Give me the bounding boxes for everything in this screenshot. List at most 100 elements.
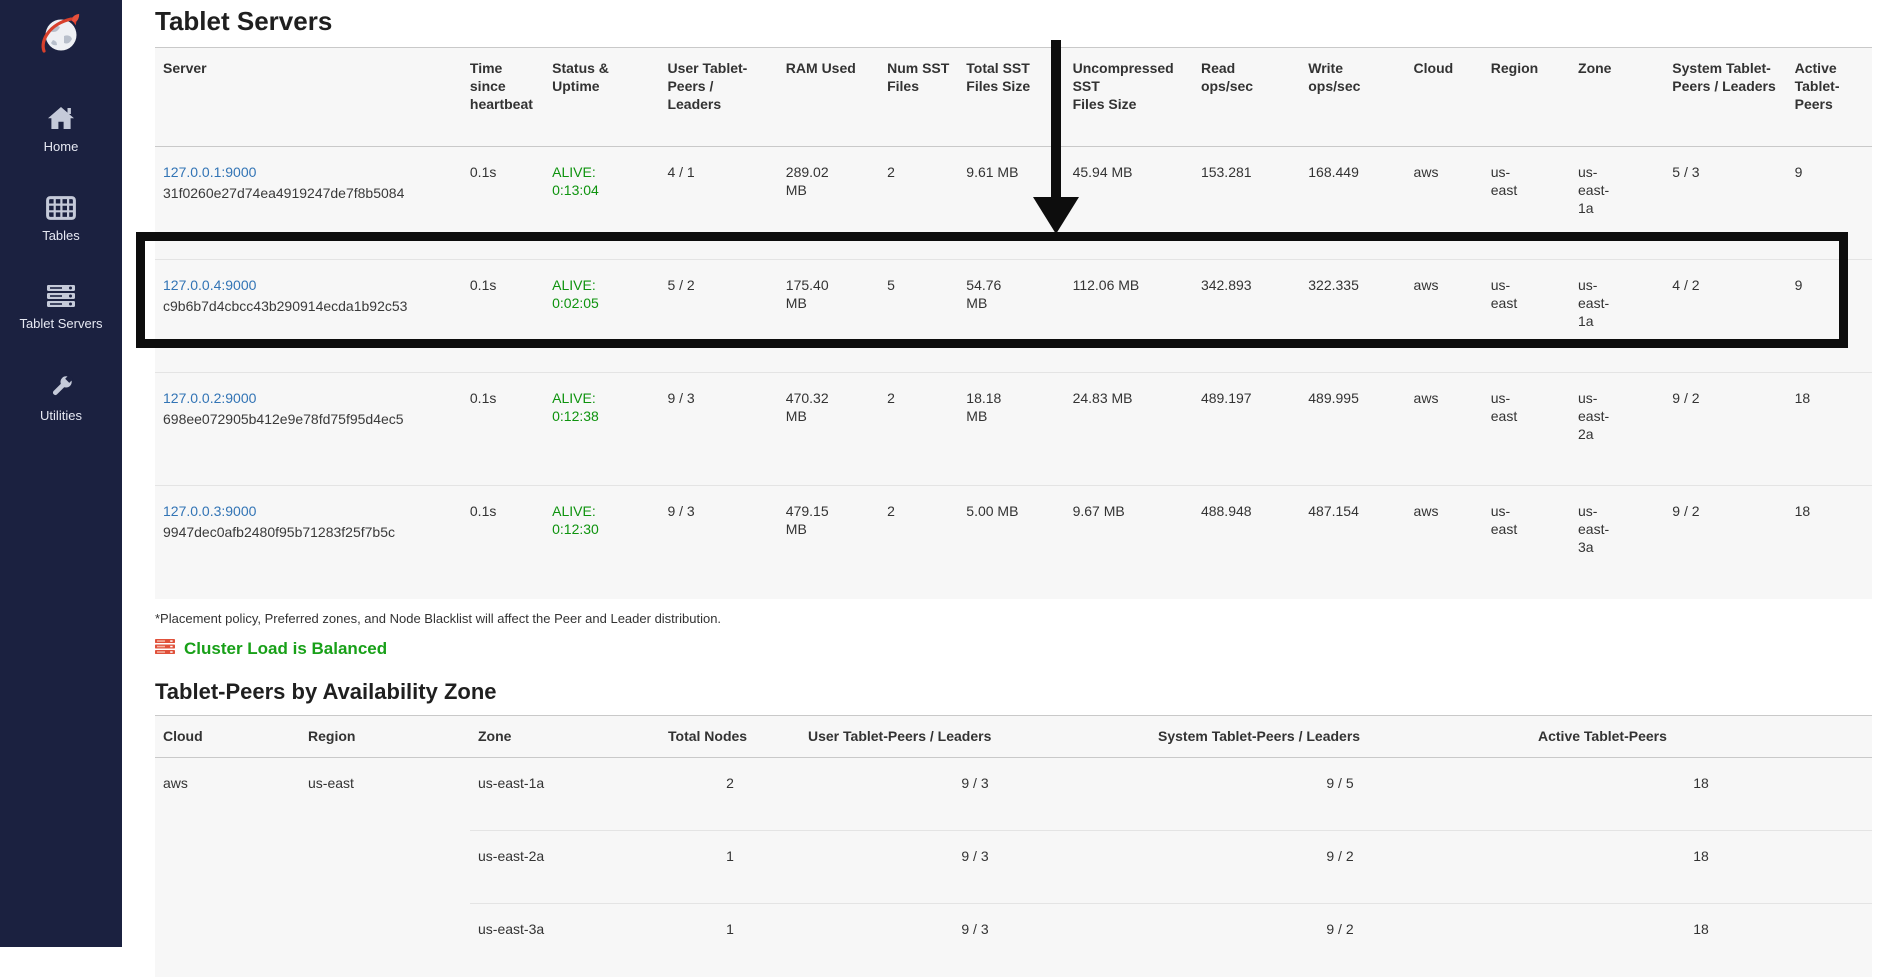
zone-cell: us-east-3a (1570, 486, 1664, 599)
total-sst-cell: 18.18 MB (958, 373, 1064, 486)
server-address-link[interactable]: 127.0.0.2:9000 (163, 390, 256, 406)
active-peers-cell: 9 (1787, 147, 1872, 260)
sidebar-item-label: Utilities (40, 409, 82, 423)
cloud-cell: aws (1406, 373, 1483, 486)
write-ops-cell: 489.995 (1300, 373, 1405, 486)
server-address-link[interactable]: 127.0.0.1:9000 (163, 164, 256, 180)
ram-cell: 479.15 MB (778, 486, 879, 599)
user-peers-cell: 9 / 3 (659, 486, 777, 599)
col-ram-used: RAM Used (778, 48, 879, 147)
yugabyte-logo[interactable] (38, 10, 84, 65)
zone-cell: us-east-3a (470, 904, 660, 977)
user-peers-cell: 5 / 2 (659, 260, 777, 373)
col-server: Server (155, 48, 462, 147)
zones-header-row: Cloud Region Zone Total Nodes User Table… (155, 715, 1872, 758)
cloud-cell: aws (1406, 147, 1483, 260)
cloud-cell: aws (1406, 260, 1483, 373)
region-cell: us-east (1483, 373, 1570, 486)
system-peers-cell: 9 / 2 (1150, 904, 1530, 977)
tablet-peers-by-zone-table: Cloud Region Zone Total Nodes User Table… (155, 715, 1872, 977)
active-peers-cell: 9 (1787, 260, 1872, 373)
region-cell: us-east (1483, 260, 1570, 373)
col-user-peers: User Tablet-Peers / Leaders (800, 715, 1150, 758)
active-peers-cell: 18 (1530, 831, 1872, 904)
ram-cell: 470.32 MB (778, 373, 879, 486)
write-ops-cell: 487.154 (1300, 486, 1405, 599)
server-cell: 127.0.0.4:9000 c9b6b7d4cbcc43b290914ecda… (155, 260, 462, 373)
total-nodes-cell: 1 (660, 904, 800, 977)
uncompressed-sst-cell: 112.06 MB (1065, 260, 1193, 373)
balance-status-text: Cluster Load is Balanced (184, 639, 387, 659)
ram-cell: 175.40 MB (778, 260, 879, 373)
sidebar-item-home[interactable]: Home (0, 105, 122, 155)
region-cell: us-east (300, 758, 470, 977)
col-total-sst: Total SST Files Size (958, 48, 1064, 147)
sidebar-item-label: Tablet Servers (19, 317, 102, 331)
table-row: 127.0.0.3:9000 9947dec0afb2480f95b71283f… (155, 486, 1872, 599)
total-sst-cell: 9.61 MB (958, 147, 1064, 260)
placement-footnote: *Placement policy, Preferred zones, and … (155, 611, 1878, 626)
sidebar-item-label: Home (44, 140, 79, 154)
col-zone: Zone (470, 715, 660, 758)
system-peers-cell: 9 / 2 (1664, 373, 1786, 486)
col-heartbeat: Time since heartbeat (462, 48, 544, 147)
heartbeat-cell: 0.1s (462, 260, 544, 373)
cloud-cell: aws (1406, 486, 1483, 599)
region-cell: us-east (1483, 486, 1570, 599)
col-total-nodes: Total Nodes (660, 715, 800, 758)
total-nodes-cell: 2 (660, 758, 800, 831)
zone-cell: us-east-2a (1570, 373, 1664, 486)
write-ops-cell: 168.449 (1300, 147, 1405, 260)
server-cell: 127.0.0.3:9000 9947dec0afb2480f95b71283f… (155, 486, 462, 599)
active-peers-cell: 18 (1530, 758, 1872, 831)
system-peers-cell: 9 / 2 (1664, 486, 1786, 599)
server-address-link[interactable]: 127.0.0.3:9000 (163, 503, 256, 519)
status-cell: ALIVE: 0:02:05 (544, 260, 659, 373)
balanced-status-icon (155, 639, 175, 659)
read-ops-cell: 489.197 (1193, 373, 1300, 486)
status-badge: ALIVE: (552, 276, 651, 294)
page-title: Tablet Servers (155, 6, 1878, 37)
sidebar-item-utilities[interactable]: Utilities (0, 373, 122, 424)
read-ops-cell: 342.893 (1193, 260, 1300, 373)
zone-cell: us-east-1a (1570, 260, 1664, 373)
user-peers-cell: 9 / 3 (800, 904, 1150, 977)
system-peers-cell: 9 / 2 (1150, 831, 1530, 904)
col-status-uptime: Status & Uptime (544, 48, 659, 147)
uncompressed-sst-cell: 24.83 MB (1065, 373, 1193, 486)
uptime-value: 0:12:38 (552, 407, 651, 425)
region-cell: us-east (1483, 147, 1570, 260)
num-sst-cell: 2 (879, 486, 958, 599)
heartbeat-cell: 0.1s (462, 147, 544, 260)
servers-header-row: Server Time since heartbeat Status & Upt… (155, 48, 1872, 147)
col-region: Region (300, 715, 470, 758)
table-row-highlighted: 127.0.0.4:9000 c9b6b7d4cbcc43b290914ecda… (155, 260, 1872, 373)
read-ops-cell: 488.948 (1193, 486, 1300, 599)
uptime-value: 0:12:30 (552, 520, 651, 538)
active-peers-cell: 18 (1530, 904, 1872, 977)
uptime-value: 0:13:04 (552, 181, 651, 199)
table-row: 127.0.0.1:9000 31f0260e27d74ea4919247de7… (155, 147, 1872, 260)
server-address-link[interactable]: 127.0.0.4:9000 (163, 277, 256, 293)
col-system-peers: System Tablet-Peers / Leaders (1664, 48, 1786, 147)
col-cloud: Cloud (1406, 48, 1483, 147)
sidebar-item-tables[interactable]: Tables (0, 196, 122, 244)
zones-section-title: Tablet-Peers by Availability Zone (155, 679, 1878, 705)
server-cell: 127.0.0.2:9000 698ee072905b412e9e78fd75f… (155, 373, 462, 486)
server-cell: 127.0.0.1:9000 31f0260e27d74ea4919247de7… (155, 147, 462, 260)
server-uuid: 31f0260e27d74ea4919247de7f8b5084 (163, 184, 454, 202)
num-sst-cell: 2 (879, 373, 958, 486)
active-peers-cell: 18 (1787, 486, 1872, 599)
tablet-servers-table: Server Time since heartbeat Status & Upt… (155, 47, 1872, 599)
table-row: 127.0.0.2:9000 698ee072905b412e9e78fd75f… (155, 373, 1872, 486)
sidebar-item-tablet-servers[interactable]: Tablet Servers (0, 284, 122, 332)
col-zone: Zone (1570, 48, 1664, 147)
num-sst-cell: 2 (879, 147, 958, 260)
zone-cell: us-east-2a (470, 831, 660, 904)
tablet-servers-icon (46, 284, 76, 311)
num-sst-cell: 5 (879, 260, 958, 373)
col-num-sst: Num SST Files (879, 48, 958, 147)
status-badge: ALIVE: (552, 502, 651, 520)
zone-cell: us-east-1a (470, 758, 660, 831)
sidebar-item-label: Tables (42, 229, 80, 243)
